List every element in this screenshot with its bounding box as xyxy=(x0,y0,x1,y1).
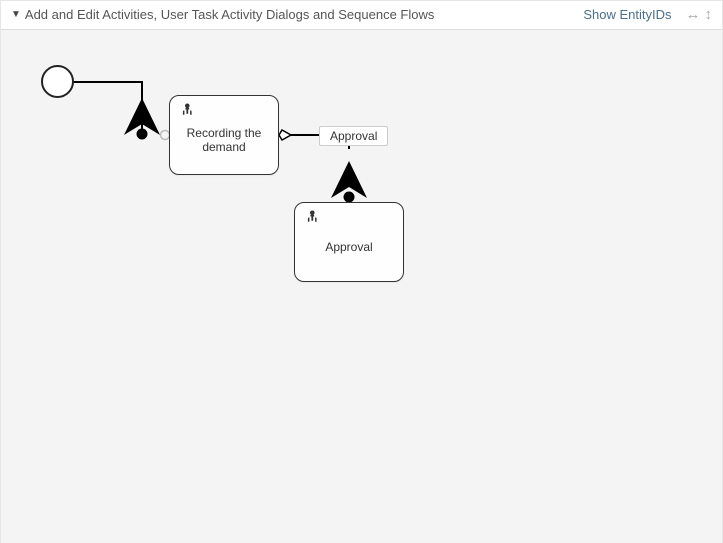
flow-layer xyxy=(1,30,722,543)
activity-recording-demand[interactable]: Recording the demand xyxy=(169,95,279,175)
user-task-icon xyxy=(305,209,320,227)
activity-approval[interactable]: Approval xyxy=(294,202,404,282)
start-event[interactable] xyxy=(41,65,74,98)
disclosure-triangle-icon[interactable]: ▼ xyxy=(11,1,21,29)
user-task-icon xyxy=(180,102,195,120)
show-entity-ids-link[interactable]: Show EntityIDs xyxy=(583,1,671,29)
panel-title: Add and Edit Activities, User Task Activ… xyxy=(25,1,434,29)
sequence-flow-label-approval[interactable]: Approval xyxy=(319,126,388,146)
bpmn-canvas[interactable]: Recording the demand Approval Approval xyxy=(1,30,722,543)
diagram-panel: ▼ Add and Edit Activities, User Task Act… xyxy=(0,0,723,543)
panel-header: ▼ Add and Edit Activities, User Task Act… xyxy=(1,1,722,30)
resize-horizontal-icon[interactable]: ↔ xyxy=(686,1,701,29)
resize-vertical-icon[interactable]: ↕ xyxy=(705,1,713,29)
